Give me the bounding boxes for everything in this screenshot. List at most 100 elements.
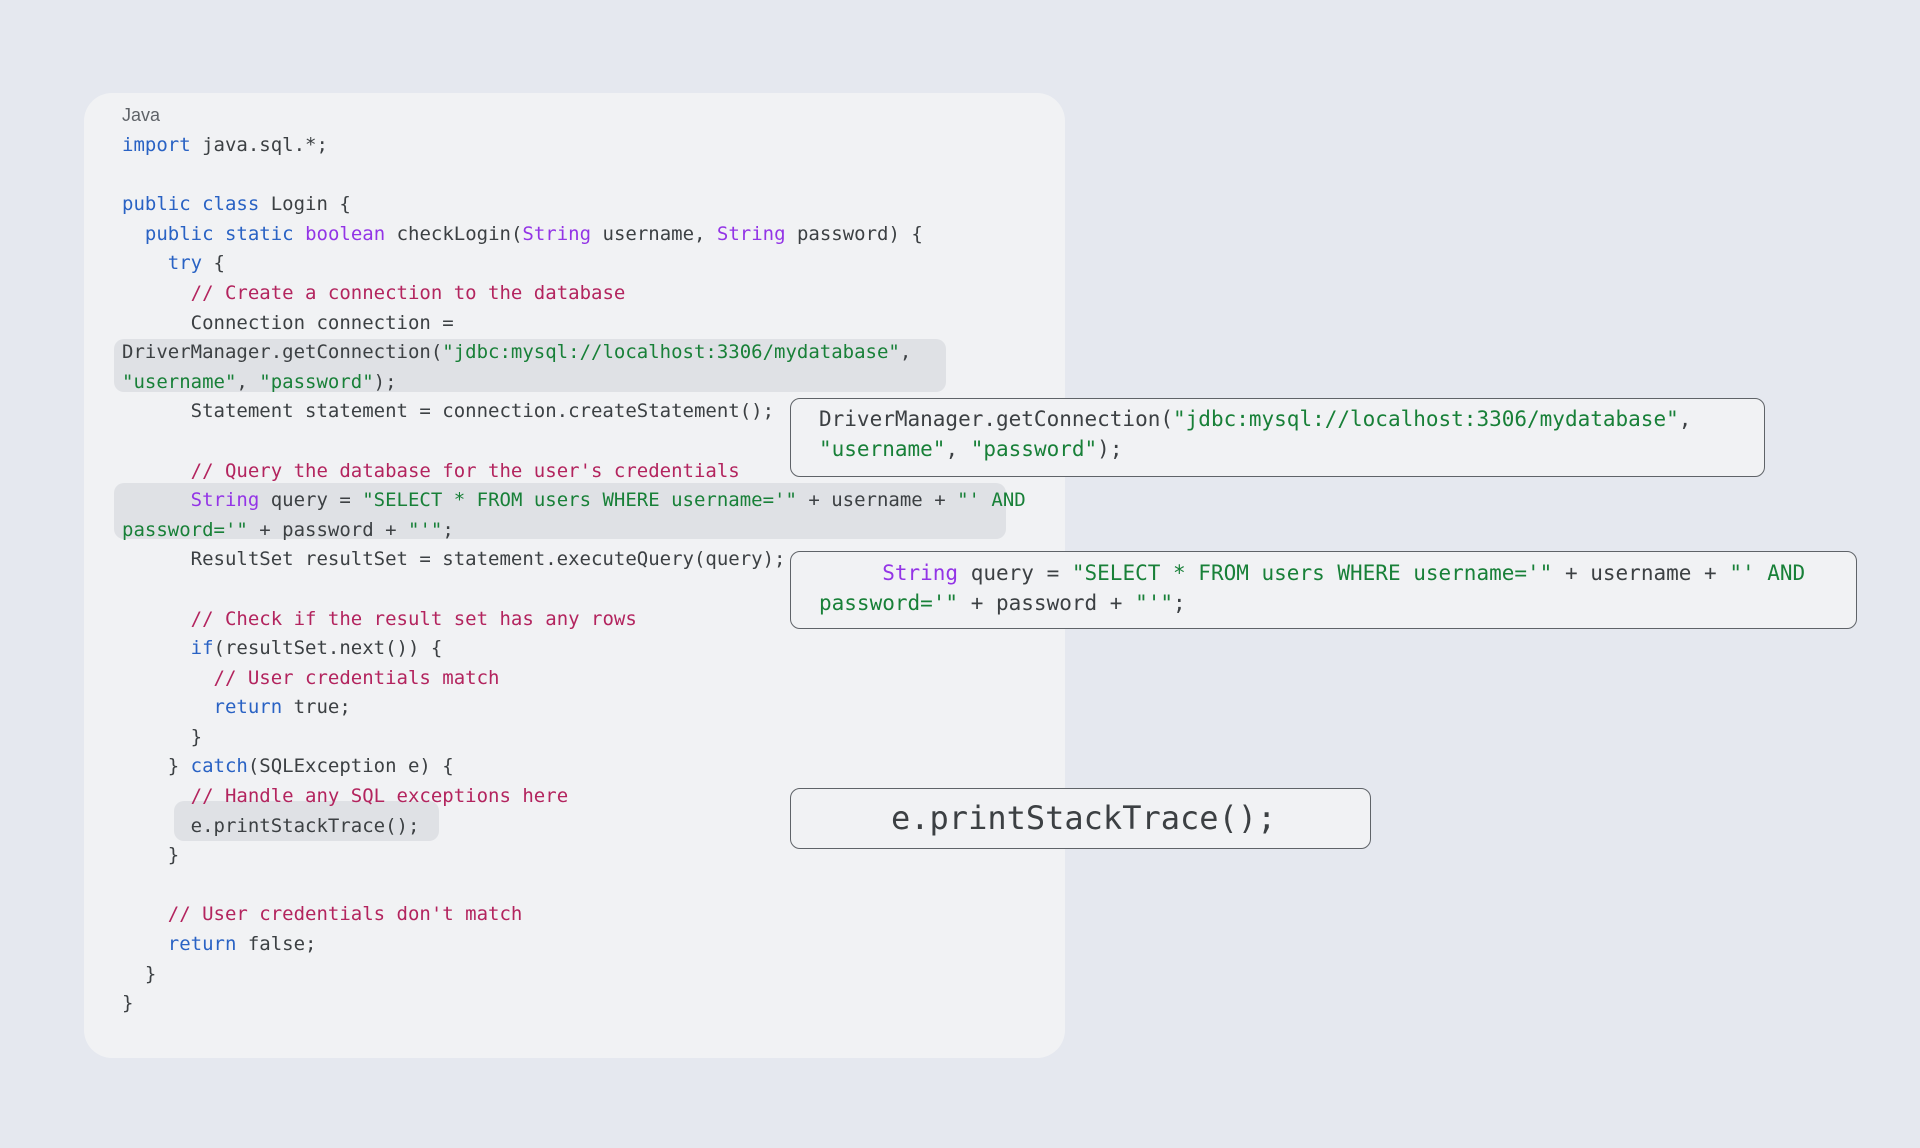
code-text: (SQLException e) {	[247, 755, 454, 778]
code-line: "username", "password");	[122, 368, 1026, 398]
code-text: ,	[236, 370, 260, 393]
code-line: }	[122, 989, 1026, 1019]
code-text: true;	[282, 696, 351, 719]
code-string: "' AND	[957, 489, 1026, 512]
code-line: // Create a connection to the database	[122, 279, 1026, 309]
code-line: } catch(SQLException e) {	[122, 752, 1026, 782]
code-string: "password"	[970, 436, 1098, 461]
code-comment: // Create a connection to the database	[190, 281, 626, 304]
code-text: DriverManager.getConnection(	[122, 341, 443, 364]
code-keyword: import	[122, 134, 191, 156]
code-line: Connection connection =	[122, 309, 1026, 339]
code-text: ,	[1678, 407, 1692, 431]
code-text: Connection connection =	[122, 311, 454, 334]
code-text: );	[1097, 436, 1123, 461]
code-string: password='"	[122, 518, 248, 541]
callout-print-stack-trace: e.printStackTrace();	[790, 788, 1371, 849]
code-text: e.printStackTrace();	[122, 814, 420, 837]
code-text: }	[122, 992, 134, 1015]
code-text: DriverManager.getConnection(	[819, 407, 1174, 431]
code-line: }	[122, 723, 1026, 753]
callout-line: e.printStackTrace();	[891, 789, 1370, 837]
code-line: return false;	[122, 930, 1026, 960]
code-text: username,	[591, 222, 717, 245]
code-type: String	[190, 489, 260, 512]
code-line: import java.sql.*;	[122, 131, 1026, 161]
code-text: }	[122, 755, 191, 778]
code-text: ,	[899, 341, 912, 364]
callout-connection-code: DriverManager.getConnection("jdbc:mysql:…	[790, 398, 1765, 477]
code-string: "' AND	[1729, 561, 1806, 585]
code-line: }	[122, 960, 1026, 990]
code-text: query =	[958, 561, 1072, 585]
code-comment: // Query the database for the user's cre…	[190, 459, 740, 482]
code-keyword: public class	[122, 193, 260, 216]
code-keyword: return	[167, 933, 237, 956]
code-text: (resultSet.next()) {	[213, 637, 443, 660]
code-text: }	[122, 844, 180, 867]
code-keyword: try	[167, 252, 203, 275]
callout-line: String query = "SELECT * FROM users WHER…	[819, 556, 1856, 586]
code-text: false;	[236, 933, 317, 956]
code-keyword: return	[213, 696, 283, 719]
code-string: "jdbc:mysql://localhost:3306/mydatabase"	[442, 341, 900, 364]
code-type: String	[716, 222, 786, 245]
code-line: DriverManager.getConnection("jdbc:mysql:…	[122, 338, 1026, 368]
language-label: Java	[122, 105, 161, 125]
code-string: password='"	[819, 590, 959, 615]
code-type: String	[882, 561, 959, 585]
code-line: ​	[122, 161, 1026, 191]
code-text: checkLogin(	[385, 222, 523, 245]
code-keyword: catch	[190, 755, 248, 778]
code-string: "'"	[1135, 590, 1174, 615]
code-text: password) {	[785, 222, 923, 245]
code-line: if(resultSet.next()) {	[122, 634, 1026, 664]
code-text: + username +	[1552, 561, 1730, 585]
callout-query-code: String query = "SELECT * FROM users WHER…	[790, 551, 1857, 629]
code-string: "'"	[408, 518, 443, 541]
screenshot-stage: Java import java.sql.*;​public class Log…	[0, 0, 1920, 1148]
code-string: "password"	[259, 370, 374, 393]
code-text: + password +	[958, 590, 1136, 615]
code-string: "username"	[122, 370, 237, 393]
code-line: public class Login {	[122, 190, 1026, 220]
code-line: // User credentials match	[122, 664, 1026, 694]
code-text: java.sql.*;	[190, 134, 328, 156]
code-comment: // User credentials match	[213, 666, 500, 689]
code-line: String query = "SELECT * FROM users WHER…	[122, 486, 1026, 516]
code-line: ​	[122, 871, 1026, 901]
code-line: try {	[122, 249, 1026, 279]
code-string: "jdbc:mysql://localhost:3306/mydatabase"	[1173, 407, 1679, 431]
code-text: ,	[945, 436, 971, 461]
code-comment: // User credentials don't match	[167, 903, 523, 926]
callout-line: password='" + password + "'";	[819, 586, 1856, 616]
code-text: Login {	[259, 193, 351, 216]
code-text: }	[122, 962, 157, 985]
code-text: e.printStackTrace();	[891, 799, 1277, 837]
callout-line: DriverManager.getConnection("jdbc:mysql:…	[819, 403, 1764, 433]
code-string: "SELECT * FROM users WHERE username='"	[1071, 561, 1553, 585]
code-line: password='" + password + "'";	[122, 516, 1026, 546]
code-text: ;	[1173, 590, 1186, 615]
callout-line: "username", "password");	[819, 433, 1764, 463]
code-line: return true;	[122, 693, 1026, 723]
code-line: public static boolean checkLogin(String …	[122, 220, 1026, 250]
code-keyword: public static	[144, 222, 294, 245]
code-text: query =	[259, 489, 363, 512]
code-line: // User credentials don't match	[122, 900, 1026, 930]
code-text: }	[122, 725, 203, 748]
code-text: ResultSet resultSet = statement.executeQ…	[122, 548, 786, 571]
code-string: "SELECT * FROM users WHERE username='"	[362, 489, 797, 512]
